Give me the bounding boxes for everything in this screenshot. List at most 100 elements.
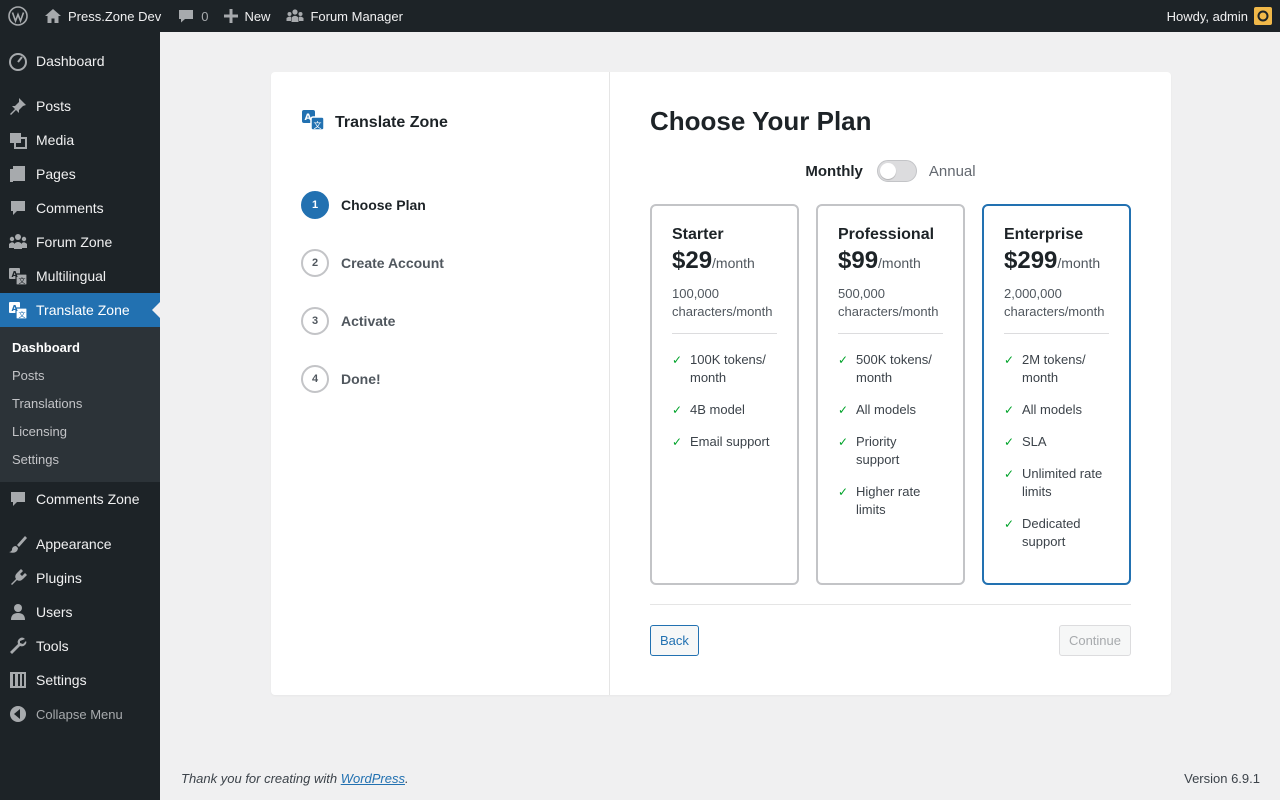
plus-icon bbox=[224, 9, 239, 23]
plan-card-enterprise[interactable]: Enterprise $299/month 2,000,000 characte… bbox=[982, 204, 1131, 585]
wordpress-link[interactable]: WordPress bbox=[341, 771, 405, 786]
comment-icon bbox=[0, 489, 36, 509]
forum-manager-link[interactable]: Forum Manager bbox=[278, 0, 410, 32]
feature-text: All models bbox=[1022, 402, 1082, 417]
plan-selection-panel: Choose Your Plan Monthly Annual Starter … bbox=[610, 72, 1171, 695]
sidebar-item-label: Dashboard bbox=[36, 53, 105, 69]
footer-thanks-suffix: . bbox=[405, 771, 409, 786]
site-name: Press.Zone Dev bbox=[68, 8, 162, 24]
sidebar-item-posts[interactable]: Posts bbox=[0, 89, 160, 123]
sidebar-item-users[interactable]: Users bbox=[0, 595, 160, 629]
account-menu[interactable]: Howdy, admin bbox=[1159, 0, 1280, 32]
plan-card-starter[interactable]: Starter $29/month 100,000 characters/mon… bbox=[650, 204, 799, 585]
submenu-item-dashboard[interactable]: Dashboard bbox=[0, 334, 160, 362]
sidebar-item-pages[interactable]: Pages bbox=[0, 157, 160, 191]
billing-toggle[interactable] bbox=[876, 160, 917, 182]
sidebar-item-label: Tools bbox=[36, 638, 69, 654]
submenu-item-settings[interactable]: Settings bbox=[0, 446, 160, 474]
plan-characters: 100,000 characters/month bbox=[672, 285, 777, 334]
check-icon: ✓ bbox=[1004, 435, 1015, 449]
comments-link[interactable]: 0 bbox=[169, 0, 216, 32]
feature-text: Priority support bbox=[856, 434, 900, 467]
onboarding-wizard: A文 Translate Zone 1 Choose Plan 2 Create… bbox=[271, 72, 1171, 695]
wizard-brand-name: Translate Zone bbox=[335, 113, 448, 131]
sidebar-item-dashboard[interactable]: Dashboard bbox=[0, 44, 160, 78]
sidebar-item-label: Comments bbox=[36, 200, 104, 216]
plan-card-professional[interactable]: Professional $99/month 500,000 character… bbox=[816, 204, 965, 585]
collapse-menu-button[interactable]: Collapse Menu bbox=[0, 697, 160, 731]
plan-name: Professional bbox=[838, 226, 935, 243]
price-period: /month bbox=[1057, 255, 1101, 271]
check-icon: ✓ bbox=[1004, 403, 1015, 417]
comments-count: 0 bbox=[201, 8, 209, 24]
plan-name: Starter bbox=[672, 226, 724, 243]
collapse-icon bbox=[0, 704, 36, 724]
feature-item: ✓ 100K tokens/ month bbox=[672, 351, 777, 387]
check-icon: ✓ bbox=[672, 353, 683, 367]
forum-manager-label: Forum Manager bbox=[310, 8, 403, 24]
check-icon: ✓ bbox=[838, 485, 849, 499]
settings-icon bbox=[0, 670, 36, 690]
plan-characters: 500,000 characters/month bbox=[838, 285, 943, 334]
feature-text: Email support bbox=[690, 434, 770, 449]
site-name-link[interactable]: Press.Zone Dev bbox=[36, 0, 169, 32]
footer-thanks-prefix: Thank you for creating with bbox=[181, 771, 341, 786]
price-amount: $99 bbox=[838, 247, 879, 274]
billing-period-switch: Monthly Annual bbox=[650, 160, 1131, 182]
submenu-item-posts[interactable]: Posts bbox=[0, 362, 160, 390]
sidebar-item-settings[interactable]: Settings bbox=[0, 663, 160, 697]
svg-text:A: A bbox=[12, 270, 19, 279]
check-icon: ✓ bbox=[1004, 353, 1015, 367]
user-icon bbox=[0, 602, 36, 622]
sidebar-item-multilingual[interactable]: A文 Multilingual bbox=[0, 259, 160, 293]
price-period: /month bbox=[712, 255, 755, 271]
feature-item: ✓ All models bbox=[1004, 401, 1109, 419]
admin-sidebar: Dashboard Posts Media Pages Comments For… bbox=[0, 32, 160, 800]
sidebar-item-plugins[interactable]: Plugins bbox=[0, 561, 160, 595]
feature-text: Dedicated support bbox=[1022, 516, 1081, 549]
feature-item: ✓ 500K tokens/ month bbox=[838, 351, 943, 387]
media-icon bbox=[0, 130, 36, 150]
svg-text:文: 文 bbox=[314, 120, 322, 130]
sidebar-item-forum-zone[interactable]: Forum Zone bbox=[0, 225, 160, 259]
price-period: /month bbox=[878, 255, 921, 271]
step-number: 4 bbox=[301, 365, 329, 393]
plugin-icon bbox=[0, 568, 36, 588]
svg-text:A: A bbox=[305, 113, 312, 123]
back-button[interactable]: Back bbox=[650, 625, 699, 656]
wizard-steps-panel: A文 Translate Zone 1 Choose Plan 2 Create… bbox=[271, 72, 610, 695]
step-label: Choose Plan bbox=[341, 197, 426, 213]
sidebar-item-comments-zone[interactable]: Comments Zone bbox=[0, 482, 160, 516]
plan-price: $99/month bbox=[838, 247, 943, 275]
wordpress-logo-icon[interactable] bbox=[0, 0, 36, 32]
avatar bbox=[1254, 7, 1272, 25]
pin-icon bbox=[0, 96, 36, 116]
continue-button[interactable]: Continue bbox=[1058, 625, 1131, 656]
price-amount: $29 bbox=[672, 247, 713, 274]
feature-item: ✓ SLA bbox=[1004, 433, 1109, 451]
step-label: Create Account bbox=[341, 255, 444, 271]
feature-text: Unlimited rate limits bbox=[1022, 466, 1103, 499]
submenu-item-licensing[interactable]: Licensing bbox=[0, 418, 160, 446]
translate-icon: A文 bbox=[0, 266, 36, 286]
sidebar-item-translate-zone[interactable]: A文 Translate Zone bbox=[0, 293, 160, 327]
new-label: New bbox=[244, 8, 271, 24]
sidebar-item-label: Multilingual bbox=[36, 268, 107, 284]
sidebar-item-label: Plugins bbox=[36, 570, 82, 586]
step-number: 2 bbox=[301, 249, 329, 277]
check-icon: ✓ bbox=[838, 353, 849, 367]
sidebar-item-comments[interactable]: Comments bbox=[0, 191, 160, 225]
sidebar-item-label: Appearance bbox=[36, 536, 112, 552]
feature-item: ✓ Email support bbox=[672, 433, 777, 451]
pages-icon bbox=[0, 164, 36, 184]
step-create-account: 2 Create Account bbox=[301, 249, 579, 277]
comment-icon bbox=[0, 198, 36, 218]
page-title: Choose Your Plan bbox=[650, 106, 872, 136]
sidebar-item-media[interactable]: Media bbox=[0, 123, 160, 157]
sidebar-item-appearance[interactable]: Appearance bbox=[0, 527, 160, 561]
new-content-link[interactable]: New bbox=[216, 0, 278, 32]
admin-footer: Thank you for creating with WordPress. V… bbox=[181, 771, 1260, 786]
plan-price: $29/month bbox=[672, 247, 777, 275]
submenu-item-translations[interactable]: Translations bbox=[0, 390, 160, 418]
sidebar-item-tools[interactable]: Tools bbox=[0, 629, 160, 663]
